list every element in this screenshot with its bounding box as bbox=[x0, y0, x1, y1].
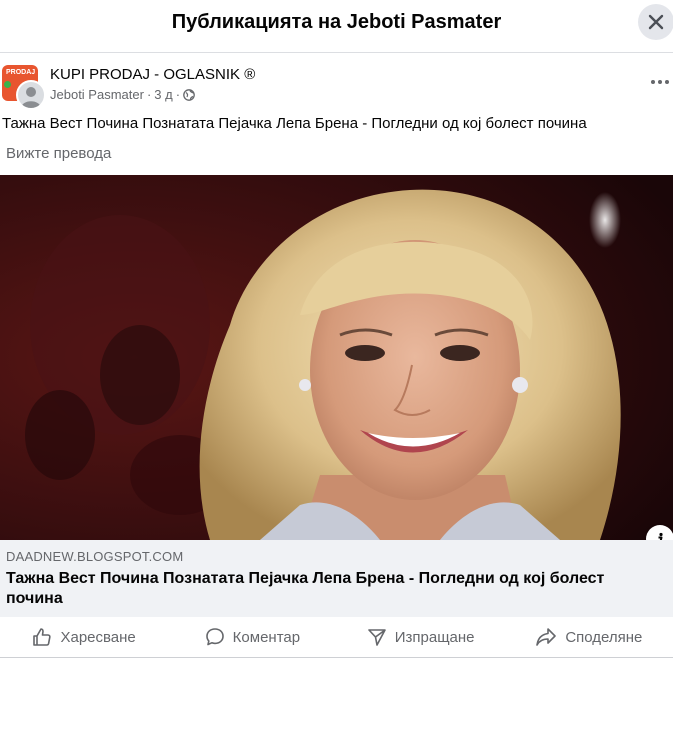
user-avatar[interactable] bbox=[16, 80, 46, 110]
like-button[interactable]: Харесване bbox=[0, 617, 168, 657]
send-label: Изпращане bbox=[394, 628, 475, 646]
globe-icon[interactable] bbox=[183, 88, 195, 101]
page-avatar-text: PRODAJ bbox=[6, 69, 36, 76]
share-icon bbox=[536, 628, 557, 646]
close-button[interactable] bbox=[638, 4, 673, 40]
comment-icon bbox=[205, 628, 224, 646]
see-translation-link[interactable]: Вижте превода bbox=[6, 145, 111, 162]
like-label: Харесване bbox=[60, 628, 136, 646]
more-horizontal-icon bbox=[651, 80, 669, 84]
send-button[interactable]: Изпращане bbox=[337, 617, 505, 657]
share-label: Споделяне bbox=[565, 628, 643, 646]
post-image[interactable] bbox=[0, 175, 673, 540]
post-timestamp-link[interactable]: 3 д bbox=[154, 87, 172, 102]
send-icon bbox=[367, 629, 386, 646]
link-title: Тажна Вест Почина Познатата Пејачка Лепа… bbox=[6, 570, 605, 607]
post-text: Тажна Вест Почина Познатата Пејачка Лепа… bbox=[2, 115, 587, 132]
link-preview-card[interactable]: DAADNEW.BLOGSPOT.COM Тажна Вест Почина П… bbox=[0, 540, 673, 617]
thumbs-up-icon bbox=[33, 628, 52, 646]
close-icon bbox=[648, 14, 664, 30]
comment-button[interactable]: Коментар bbox=[168, 617, 336, 657]
meta-separator: · bbox=[146, 87, 152, 102]
share-button[interactable]: Споделяне bbox=[505, 617, 673, 657]
page-name-link[interactable]: KUPI PRODAJ - OGLASNIK ® bbox=[50, 66, 255, 83]
avatar-dot-icon bbox=[4, 81, 11, 88]
post-photo bbox=[0, 175, 673, 540]
dialog-header: Публикацията на Jeboti Pasmater bbox=[0, 0, 673, 53]
link-domain: DAADNEW.BLOGSPOT.COM bbox=[6, 549, 184, 564]
meta-separator-2: · bbox=[175, 87, 181, 102]
author-name-link[interactable]: Jeboti Pasmater bbox=[50, 87, 144, 102]
post-action-bar: Харесване Коментар Изпращане Споделяне bbox=[0, 617, 673, 658]
post-meta: Jeboti Pasmater · 3 д · bbox=[50, 87, 195, 102]
dialog-title: Публикацията на Jeboti Pasmater bbox=[171, 11, 502, 33]
post-header: PRODAJ KUPI PRODAJ - OGLASNIK ® Jeboti P… bbox=[0, 60, 673, 110]
more-options-button[interactable] bbox=[648, 72, 672, 92]
default-user-icon bbox=[21, 87, 41, 108]
comment-label: Коментар bbox=[232, 628, 301, 646]
